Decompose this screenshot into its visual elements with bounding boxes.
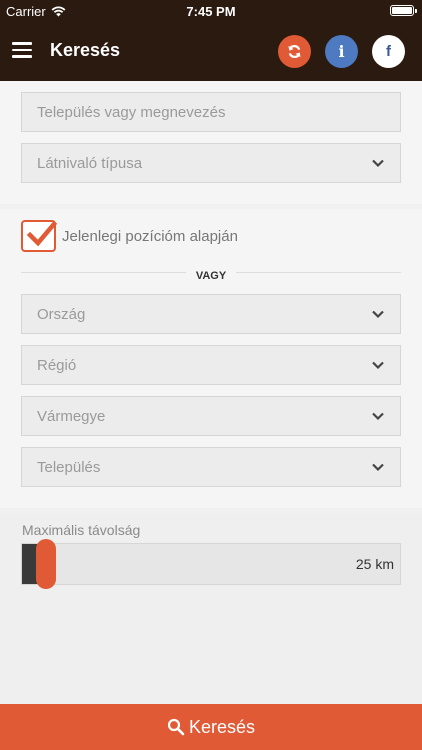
page-title: Keresés — [50, 40, 121, 60]
sight-type-select[interactable]: Látnivaló típusa — [21, 143, 401, 183]
battery-icon — [390, 5, 417, 16]
chevron-down-icon — [372, 412, 384, 421]
clock: 7:45 PM — [186, 4, 236, 19]
hamburger-icon[interactable] — [12, 42, 32, 58]
region-select[interactable]: Régió — [21, 345, 401, 385]
search-icon — [167, 718, 185, 736]
county-placeholder: Vármegye — [37, 407, 106, 425]
or-separator: VAGY — [0, 266, 422, 284]
navigation-bar: Keresés i f — [0, 22, 422, 81]
distance-section: Maximális távolság 25 km — [0, 514, 422, 704]
checkmark-icon — [26, 220, 58, 247]
info-icon: i — [338, 42, 345, 61]
refresh-icon — [288, 44, 301, 59]
settlement-placeholder: Település — [37, 458, 101, 476]
slider-thumb[interactable] — [36, 539, 56, 589]
text-search-section: Település vagy megnevezés Látnivaló típu… — [0, 81, 422, 204]
checkbox[interactable] — [21, 220, 58, 252]
refresh-button[interactable] — [278, 35, 311, 68]
chevron-down-icon — [372, 463, 384, 472]
distance-label: Maximális távolság — [22, 522, 141, 538]
location-section: Jelenlegi pozícióm alapján VAGY Ország R… — [0, 209, 422, 508]
chevron-down-icon — [372, 310, 384, 319]
chevron-down-icon — [372, 159, 384, 168]
place-search-placeholder: Település vagy megnevezés — [37, 103, 226, 121]
facebook-icon: f — [386, 43, 391, 60]
status-bar: Carrier 7:45 PM — [0, 0, 422, 22]
current-position-label: Jelenlegi pozícióm alapján — [62, 227, 238, 245]
current-position-checkbox[interactable]: Jelenlegi pozícióm alapján — [21, 220, 238, 252]
place-search-input[interactable]: Település vagy megnevezés — [21, 92, 401, 132]
chevron-down-icon — [372, 361, 384, 370]
country-select[interactable]: Ország — [21, 294, 401, 334]
search-button[interactable]: Keresés — [0, 704, 422, 750]
info-button[interactable]: i — [325, 35, 358, 68]
region-placeholder: Régió — [37, 356, 77, 374]
county-select[interactable]: Vármegye — [21, 396, 401, 436]
or-label: VAGY — [185, 270, 237, 282]
search-button-label: Keresés — [188, 716, 256, 737]
search-form: Település vagy megnevezés Látnivaló típu… — [0, 81, 422, 704]
facebook-button[interactable]: f — [372, 35, 405, 68]
distance-value: 25 km — [355, 556, 394, 572]
sight-type-placeholder: Látnivaló típusa — [37, 154, 143, 172]
country-placeholder: Ország — [37, 305, 86, 323]
distance-slider[interactable]: 25 km — [21, 539, 401, 589]
settlement-select[interactable]: Település — [21, 447, 401, 487]
